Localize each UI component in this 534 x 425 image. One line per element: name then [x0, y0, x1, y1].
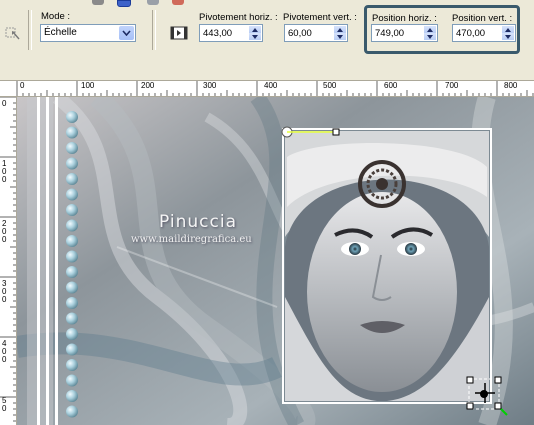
rotation-horizontal-spinner[interactable] — [249, 26, 261, 40]
ruler-tick-label: 200 — [141, 81, 155, 90]
separator — [28, 10, 32, 50]
ruler-tick-label: 5 0 — [2, 396, 7, 413]
watermark-url: www.maildiregrafica.eu — [131, 234, 252, 245]
ruler-tick-label: 3 0 0 — [2, 279, 7, 304]
watermark-name: Pinuccia — [159, 212, 237, 232]
pearl-bead — [66, 343, 78, 356]
pearl-bead — [66, 157, 78, 170]
pearl-bead — [66, 281, 78, 294]
film-strip-icon[interactable] — [170, 25, 188, 41]
mode-select-value: Échelle — [44, 27, 77, 38]
mode-label: Mode : — [41, 11, 71, 22]
chevron-down-icon[interactable] — [119, 26, 134, 40]
ruler-tick-label: 4 0 0 — [2, 339, 7, 364]
rotation-vertical-value: 60,00 — [288, 28, 312, 39]
pearl-bead — [66, 142, 78, 154]
spin-up-icon[interactable] — [249, 26, 261, 33]
ruler-tick-label: 400 — [264, 81, 278, 90]
toolbar-icon-c[interactable] — [147, 0, 159, 5]
vertical-ruler-ticks — [0, 97, 16, 422]
horizontal-ruler: 0 100 200 300 400 500 600 700 800 — [0, 80, 534, 97]
pearl-bead — [66, 374, 78, 387]
toolbar-icon-a[interactable] — [92, 0, 104, 5]
pearl-bead — [66, 390, 78, 402]
toolbar-icon-d[interactable] — [172, 0, 184, 5]
ruler-tick-label: 700 — [445, 81, 459, 90]
move-handle-icon[interactable] — [471, 379, 499, 407]
pick-tool-icon[interactable] — [4, 24, 22, 42]
rotation-vertical-label: Pivotement vert. : — [283, 12, 357, 23]
ruler-tick-label: 2 0 0 — [2, 219, 7, 244]
pearl-bead — [66, 297, 78, 309]
pearl-bead — [66, 328, 78, 340]
vertical-ruler: 0 1 0 0 2 0 0 3 0 0 4 0 0 5 0 — [0, 97, 17, 425]
tool-options-palette: Mode : Échelle Pivotement horiz. : 443,0… — [0, 0, 534, 74]
pearl-bead — [66, 204, 78, 216]
pearl-bead — [66, 250, 78, 263]
pearl-bead — [66, 235, 78, 247]
ruler-tick-label: 0 — [2, 99, 7, 108]
pearl-bead — [66, 312, 78, 325]
rotation-horizontal-label: Pivotement horiz. : — [199, 12, 278, 23]
ruler-tick-label: 1 0 0 — [2, 159, 7, 184]
ruler-tick-label: 300 — [203, 81, 217, 90]
position-highlight-box — [364, 5, 520, 54]
rotation-vertical-spinner[interactable] — [334, 26, 346, 40]
ruler-tick-label: 100 — [81, 81, 95, 90]
pearl-bead — [66, 111, 78, 123]
pearl-bead — [66, 359, 78, 371]
ruler-tick-label: 800 — [504, 81, 518, 90]
artwork — [17, 97, 534, 425]
pearl-bead — [66, 188, 78, 201]
spin-up-icon[interactable] — [334, 26, 346, 33]
rotation-vertical-input[interactable]: 60,00 — [284, 24, 348, 42]
mode-select[interactable]: Échelle — [40, 24, 136, 42]
pearl-bead — [66, 173, 78, 185]
rotation-horizontal-input[interactable]: 443,00 — [199, 24, 263, 42]
separator — [152, 10, 156, 50]
rotation-horizontal-value: 443,00 — [203, 28, 233, 39]
pearl-bead — [66, 266, 78, 278]
pearl-bead — [66, 126, 78, 139]
pearl-bead — [66, 219, 78, 232]
ruler-tick-label: 600 — [384, 81, 398, 90]
pearl-bead — [66, 405, 78, 418]
image-canvas[interactable]: Pinuccia www.maildiregrafica.eu — [17, 97, 534, 425]
ruler-tick-label: 500 — [323, 81, 337, 90]
ruler-tick-label: 0 — [20, 81, 25, 90]
spin-down-icon[interactable] — [249, 33, 261, 40]
spin-down-icon[interactable] — [334, 33, 346, 40]
toolbar-icon-b[interactable] — [117, 0, 131, 7]
